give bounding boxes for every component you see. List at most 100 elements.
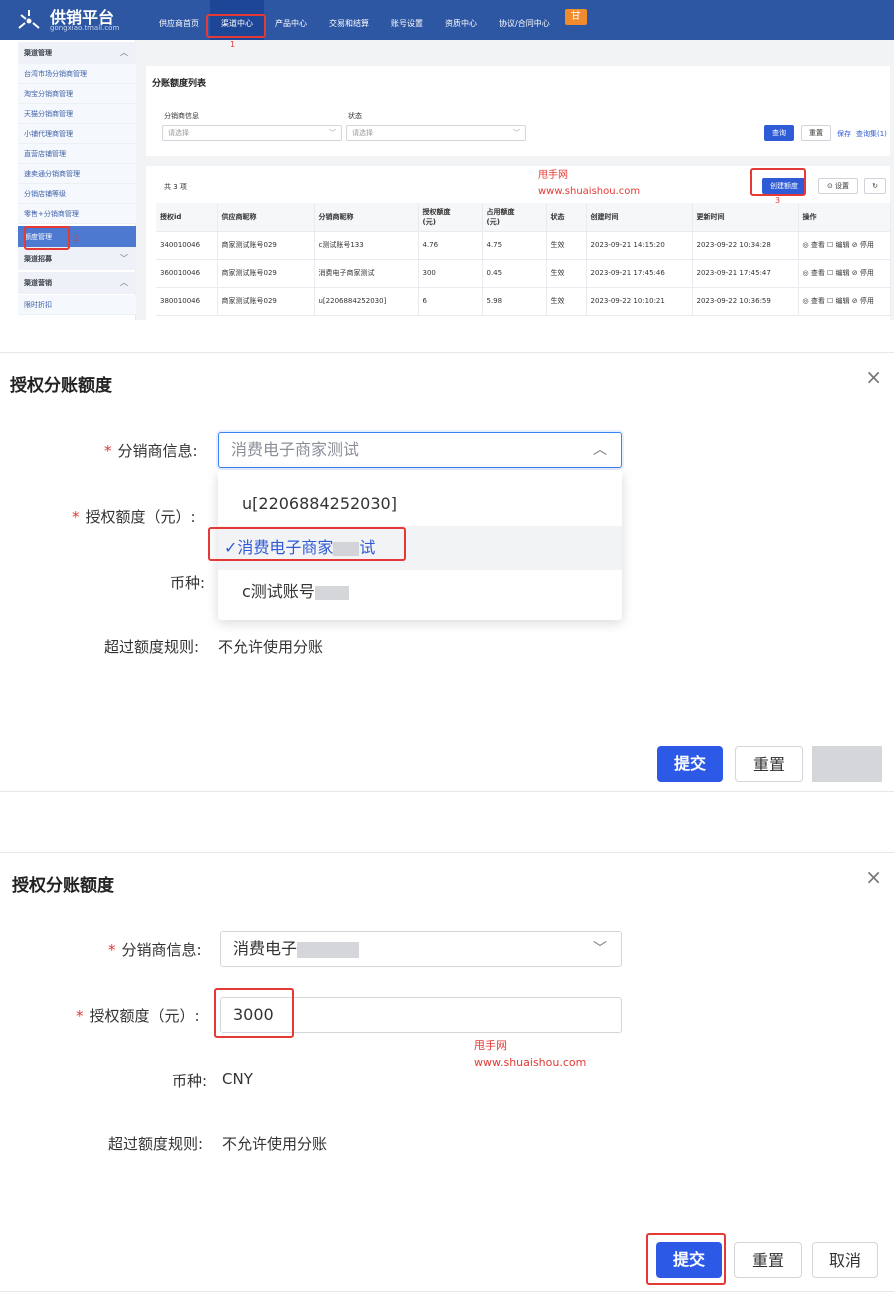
cell-auth-amount: 4.76 xyxy=(418,231,483,260)
close-icon[interactable]: × xyxy=(865,365,882,389)
label-text: 分销商信息: xyxy=(117,442,198,460)
over-rule-label: 超过额度规则: xyxy=(104,638,200,656)
chevron-down-icon: ﹀ xyxy=(120,254,128,263)
col-header-auth-amount: 授权额度 (元) xyxy=(418,203,483,232)
distributor-quota-list-screenshot: 供销平台 gongxiao.tmall.com 供应商首页 渠道中心 产品中心 … xyxy=(0,0,894,320)
nav-trade-settlement[interactable]: 交易和结算 xyxy=(318,0,380,40)
option-label: c测试账号 xyxy=(242,582,315,601)
watermark-line2: www.shuaishou.com xyxy=(538,186,641,197)
sidebar-item-tmall[interactable]: 天猫分销商管理 xyxy=(18,104,136,124)
table-row: 360010046 商家测试账号029 消费电子商家测试 300 0.45 生效… xyxy=(156,259,891,288)
dropdown-option[interactable]: c测试账号 xyxy=(218,570,622,614)
distributor-select[interactable]: 消费电子 ﹀ xyxy=(220,931,622,967)
sidebar-item-aliexpress[interactable]: 速卖通分销商管理 xyxy=(18,164,136,184)
cell-auth-id: 340010046 xyxy=(156,231,218,260)
blurred-text xyxy=(297,941,360,958)
cell-status: 生效 xyxy=(546,287,587,316)
nav-badge-icon[interactable]: 甘 xyxy=(564,9,587,25)
dialog-title: 授权分账额度 xyxy=(12,876,114,896)
reset-button[interactable]: 重置 xyxy=(734,1242,802,1278)
submit-button[interactable]: 提交 xyxy=(657,746,723,782)
cell-updated: 2023-09-22 10:36:59 xyxy=(692,287,799,316)
sidebar-item-store-level[interactable]: 分销店铺等级 xyxy=(18,184,136,204)
cell-created: 2023-09-22 10:10:21 xyxy=(586,287,693,316)
sidebar-group-channel-mgmt[interactable]: 渠道管理 ︿ xyxy=(18,42,136,64)
cell-updated: 2023-09-21 17:45:47 xyxy=(692,259,799,288)
annotation-box-submit xyxy=(646,1233,726,1285)
nav-product-center[interactable]: 产品中心 xyxy=(264,0,318,40)
watermark-text: 甩手网 www.shuaishou.com xyxy=(538,168,640,200)
annotation-box-selected-option xyxy=(208,527,406,561)
cell-auth-amount: 300 xyxy=(418,259,483,288)
cell-auth-amount: 6 xyxy=(418,287,483,316)
required-icon: * xyxy=(76,1007,84,1025)
sidebar-item-taiwan[interactable]: 台湾市场分销商管理 xyxy=(18,64,136,84)
watermark-line2: www.shuaishou.com xyxy=(474,1056,587,1069)
cell-used-amount: 4.75 xyxy=(482,231,547,260)
filter-panel xyxy=(146,66,890,156)
over-rule-value: 不允许使用分账 xyxy=(218,638,324,656)
cancel-button[interactable]: 取消 xyxy=(812,1242,878,1278)
settings-button[interactable]: ⊙ 设置 xyxy=(818,178,858,194)
nav-account-settings[interactable]: 账号设置 xyxy=(380,0,434,40)
nav-supplier-home[interactable]: 供应商首页 xyxy=(148,0,210,40)
sidebar-item-direct-store[interactable]: 直营店铺管理 xyxy=(18,144,136,164)
nav-qualification-center[interactable]: 资质中心 xyxy=(434,0,488,40)
cell-actions[interactable]: ◎ 查看 ☐ 编辑 ⊘ 停用 xyxy=(798,287,891,316)
query-set-link[interactable]: 查询集(1) xyxy=(856,129,887,139)
nav-agreement-center[interactable]: 协议/合同中心 xyxy=(488,0,561,40)
blurred-button xyxy=(812,746,882,782)
sidebar-item-shop-agent[interactable]: 小铺代理商管理 xyxy=(18,124,136,144)
logo-icon xyxy=(18,10,40,29)
col-header-supplier: 供应商昵称 xyxy=(217,203,315,232)
distributor-field-label: * 分销商信息: xyxy=(108,939,202,960)
chevron-down-icon: ﹀ xyxy=(593,941,607,957)
cell-auth-id: 360010046 xyxy=(156,259,218,288)
status-filter-select[interactable]: 请选择 ﹀ xyxy=(346,125,526,141)
select-placeholder: 请选择 xyxy=(352,129,373,137)
cell-supplier: 商家测试账号029 xyxy=(217,231,315,260)
dropdown-option[interactable]: u[2206884252030] xyxy=(218,482,622,526)
annotation-number-1: 1 xyxy=(230,40,236,49)
close-icon[interactable]: × xyxy=(865,865,882,889)
col-header-actions: 操作 xyxy=(798,203,891,232)
cell-actions[interactable]: ◎ 查看 ☐ 编辑 ⊘ 停用 xyxy=(798,259,891,288)
col-header-used-amount: 占用额度 (元) xyxy=(482,203,547,232)
sidebar-group-marketing[interactable]: 渠道营销 ︿ xyxy=(18,272,136,294)
sidebar-item-retail-plus[interactable]: 零售+分销商管理 xyxy=(18,204,136,224)
cell-created: 2023-09-21 14:15:20 xyxy=(586,231,693,260)
annotation-box-channel-center xyxy=(206,14,266,38)
left-sidebar: 渠道管理 ︿ 台湾市场分销商管理 淘宝分销商管理 天猫分销商管理 小铺代理商管理 … xyxy=(0,40,136,320)
logo-subtitle: gongxiao.tmall.com xyxy=(50,24,120,32)
cell-distributor: c测试账号133 xyxy=(314,231,419,260)
query-button[interactable]: 查询 xyxy=(764,125,794,141)
table-row: 340010046 商家测试账号029 c测试账号133 4.76 4.75 生… xyxy=(156,231,891,260)
reset-button[interactable]: 重置 xyxy=(735,746,803,782)
chevron-up-icon: ︿ xyxy=(120,48,128,57)
table-header-row: 授权id 供应商昵称 分销商昵称 授权额度 (元) 占用额度 (元) 状态 创建… xyxy=(156,203,891,232)
cell-supplier: 商家测试账号029 xyxy=(217,287,315,316)
cell-actions[interactable]: ◎ 查看 ☐ 编辑 ⊘ 停用 xyxy=(798,231,891,260)
watermark-line1: 甩手网 xyxy=(474,1039,507,1052)
quota-table: 授权id 供应商昵称 分销商昵称 授权额度 (元) 占用额度 (元) 状态 创建… xyxy=(156,203,891,316)
status-filter-label: 状态 xyxy=(348,112,362,120)
sidebar-item-flash-discount[interactable]: 限时折扣 xyxy=(18,295,136,315)
cell-distributor: u[2206884252030] xyxy=(314,287,419,316)
distributor-filter-label: 分销商信息 xyxy=(164,112,199,120)
distributor-select[interactable]: 消费电子商家测试 ︿ xyxy=(218,432,622,468)
col-header-auth-id: 授权id xyxy=(156,203,218,232)
col-header-status: 状态 xyxy=(546,203,587,232)
col-header-updated: 更新时间 xyxy=(692,203,799,232)
cell-auth-id: 380010046 xyxy=(156,287,218,316)
distributor-field-label: * 分销商信息: xyxy=(104,440,198,461)
watermark-text: 甩手网 www.shuaishou.com xyxy=(474,1037,586,1071)
save-link[interactable]: 保存 xyxy=(837,129,851,139)
distributor-filter-select[interactable]: 请选择 ﹀ xyxy=(162,125,342,141)
annotation-box-quota-mgmt xyxy=(24,226,70,250)
sidebar-item-taobao[interactable]: 淘宝分销商管理 xyxy=(18,84,136,104)
reset-button[interactable]: 重置 xyxy=(801,125,831,141)
refresh-icon[interactable]: ↻ xyxy=(864,178,886,194)
sidebar-group-label: 渠道营销 xyxy=(24,279,52,287)
platform-logo[interactable]: 供销平台 gongxiao.tmall.com xyxy=(16,4,126,36)
sidebar-group-recruit[interactable]: 渠道招募 ﹀ xyxy=(18,248,136,270)
